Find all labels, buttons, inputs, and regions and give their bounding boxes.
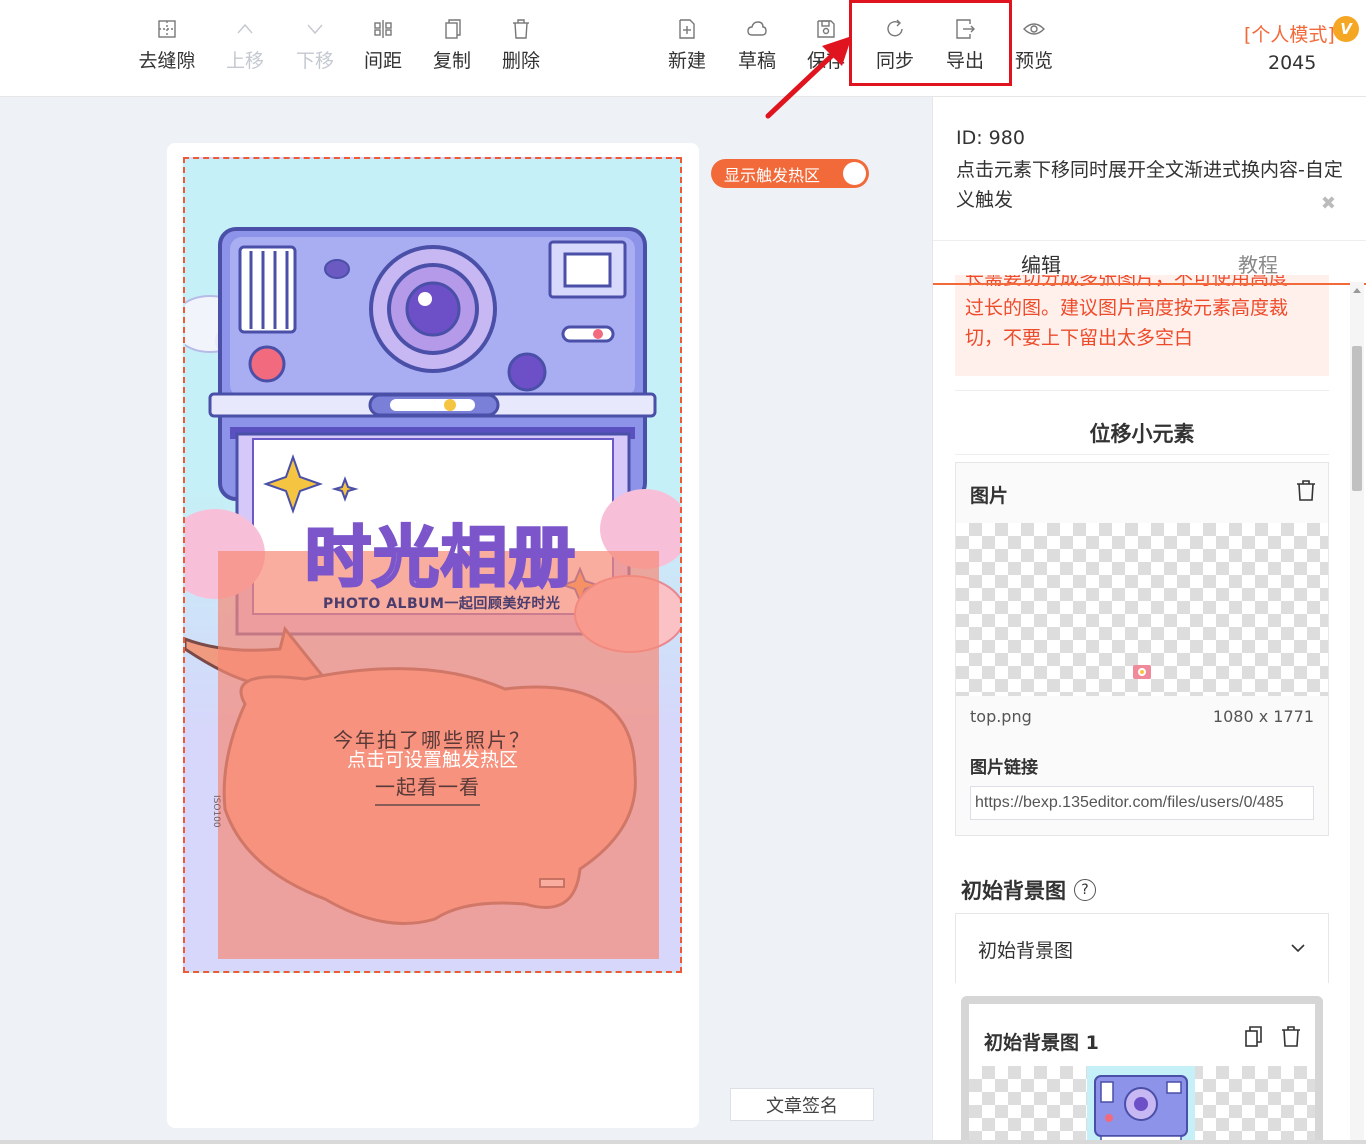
spacing-button[interactable]: 间距 — [348, 18, 418, 80]
copy-icon — [445, 19, 461, 39]
camera-sticker-icon — [1133, 665, 1151, 679]
image-file-size: 1080 x 1771 — [1212, 707, 1314, 726]
save-icon — [817, 20, 835, 38]
remove-gap-label: 去缝隙 — [138, 50, 196, 72]
vip-badge: V — [1333, 16, 1359, 42]
image-card-title: 图片 — [970, 485, 1009, 507]
element-description: 点击元素下移同时展开全文渐进式换内容-自定义触发 — [956, 159, 1343, 211]
tab-tutorial[interactable]: 教程 — [1238, 249, 1278, 278]
trash-icon[interactable] — [1296, 480, 1316, 502]
help-icon[interactable]: ? — [1074, 879, 1096, 901]
save-label: 保存 — [806, 50, 845, 72]
image-preview[interactable] — [956, 523, 1328, 696]
article-signature-button[interactable]: 文章签名 — [730, 1088, 874, 1121]
move-up-button[interactable]: 上移 — [210, 18, 280, 80]
chevron-down-icon — [1291, 944, 1305, 953]
toolbar: 去缝隙 上移 下移 间距 复制 删除 新建 草稿 保存 同步 导出 预览 [个人… — [0, 0, 1366, 97]
move-up-label: 上移 — [225, 50, 264, 72]
draft-button[interactable]: 草稿 — [722, 18, 792, 80]
section-title: 位移小元素 — [1089, 422, 1195, 446]
initial-bg-card: 初始背景图 1 — [961, 996, 1323, 1144]
album-title-art: 时光相册 — [304, 518, 577, 598]
image-file-name: top.png — [970, 707, 1032, 726]
initial-bg-collapse[interactable]: 初始背景图 — [955, 913, 1329, 983]
scroll-up-icon[interactable] — [1353, 288, 1361, 293]
copy-label: 复制 — [432, 50, 471, 72]
toggle-knob — [843, 162, 866, 185]
bubble-action-text: 一起看一看 — [375, 771, 480, 806]
show-hotzone-label: 显示触发热区 — [724, 165, 821, 185]
image-link-input[interactable] — [970, 786, 1314, 820]
user-number: 2045 — [1268, 52, 1317, 74]
tab-edit[interactable]: 编辑 — [1021, 249, 1061, 278]
cloud-icon — [747, 21, 767, 36]
image-size-warning: 长需要切分成多张图片，不可使用高度 过长的图。建议图片高度按元素高度裁 切，不要… — [955, 275, 1329, 376]
copy-icon[interactable] — [1244, 1026, 1264, 1048]
remove-gap-button[interactable]: 去缝隙 — [132, 18, 202, 80]
design-element[interactable]: 时光相册 PHOTO ALBUM一起回顾美好时光 今年拍了哪些照片？ 点击可设置… — [183, 157, 682, 973]
image-link-label: 图片链接 — [970, 758, 1038, 778]
move-down-button[interactable]: 下移 — [280, 18, 350, 80]
preview-button[interactable]: 预览 — [999, 18, 1069, 80]
delete-label: 删除 — [501, 50, 540, 72]
sync-icon — [887, 19, 903, 37]
export-button[interactable]: 导出 — [930, 18, 1000, 80]
trash-icon[interactable] — [1281, 1026, 1301, 1048]
copy-button[interactable]: 复制 — [417, 18, 487, 80]
delete-button[interactable]: 删除 — [486, 18, 556, 80]
preview-label: 预览 — [1014, 50, 1053, 72]
show-hotzone-toggle[interactable]: 显示触发热区 — [711, 159, 869, 188]
chevron-down-icon — [307, 24, 323, 35]
panel-scrollbar[interactable] — [1350, 282, 1364, 1144]
draft-label: 草稿 — [737, 50, 776, 72]
eye-icon — [1023, 23, 1045, 35]
camera-thumbnail-icon — [1094, 1075, 1188, 1144]
export-icon — [956, 19, 975, 39]
hotzone-hint-text: 点击可设置触发热区 — [347, 749, 519, 771]
window-bottom-edge — [0, 1140, 1366, 1144]
divider — [955, 454, 1329, 455]
initial-bg-card-title: 初始背景图 1 — [984, 1032, 1099, 1054]
properties-panel: ID: 980 点击元素下移同时展开全文渐进式换内容-自定义触发 ✖ 编辑 教程… — [932, 97, 1366, 1144]
tab-underline — [933, 283, 1366, 285]
sync-button[interactable]: 同步 — [860, 18, 930, 80]
grid-icon — [158, 20, 176, 38]
new-label: 新建 — [667, 50, 706, 72]
export-label: 导出 — [945, 50, 984, 72]
spacing-label: 间距 — [363, 50, 402, 72]
iso-label: ISO100 — [211, 795, 221, 828]
tools-icon[interactable]: ✖ — [1321, 193, 1336, 214]
trash-icon — [513, 19, 529, 39]
scrollbar-thumb[interactable] — [1352, 346, 1362, 491]
spacing-icon — [374, 20, 392, 38]
new-file-icon — [679, 19, 695, 39]
warning-line: 过长的图。建议图片高度按元素高度裁 — [965, 297, 1289, 319]
album-subtitle-art: PHOTO ALBUM一起回顾美好时光 — [323, 596, 561, 612]
initial-bg-collapse-label: 初始背景图 — [978, 940, 1074, 962]
move-down-label: 下移 — [295, 50, 334, 72]
bg-thumbnail[interactable] — [1087, 1066, 1195, 1144]
warning-line: 切，不要上下留出太多空白 — [965, 327, 1194, 349]
personal-mode-link[interactable]: [个人模式] — [1244, 20, 1335, 47]
chevron-up-icon — [237, 23, 253, 34]
initial-bg-section-title: 初始背景图 ? — [961, 875, 1096, 905]
image-card: 图片 top.png 1080 x 1771 图片链接 — [955, 462, 1329, 836]
save-button[interactable]: 保存 — [791, 18, 861, 80]
sync-label: 同步 — [875, 50, 914, 72]
new-button[interactable]: 新建 — [652, 18, 722, 80]
element-id: ID: 980 — [956, 127, 1025, 149]
divider — [955, 390, 1329, 391]
initial-bg-title-text: 初始背景图 — [961, 879, 1066, 903]
